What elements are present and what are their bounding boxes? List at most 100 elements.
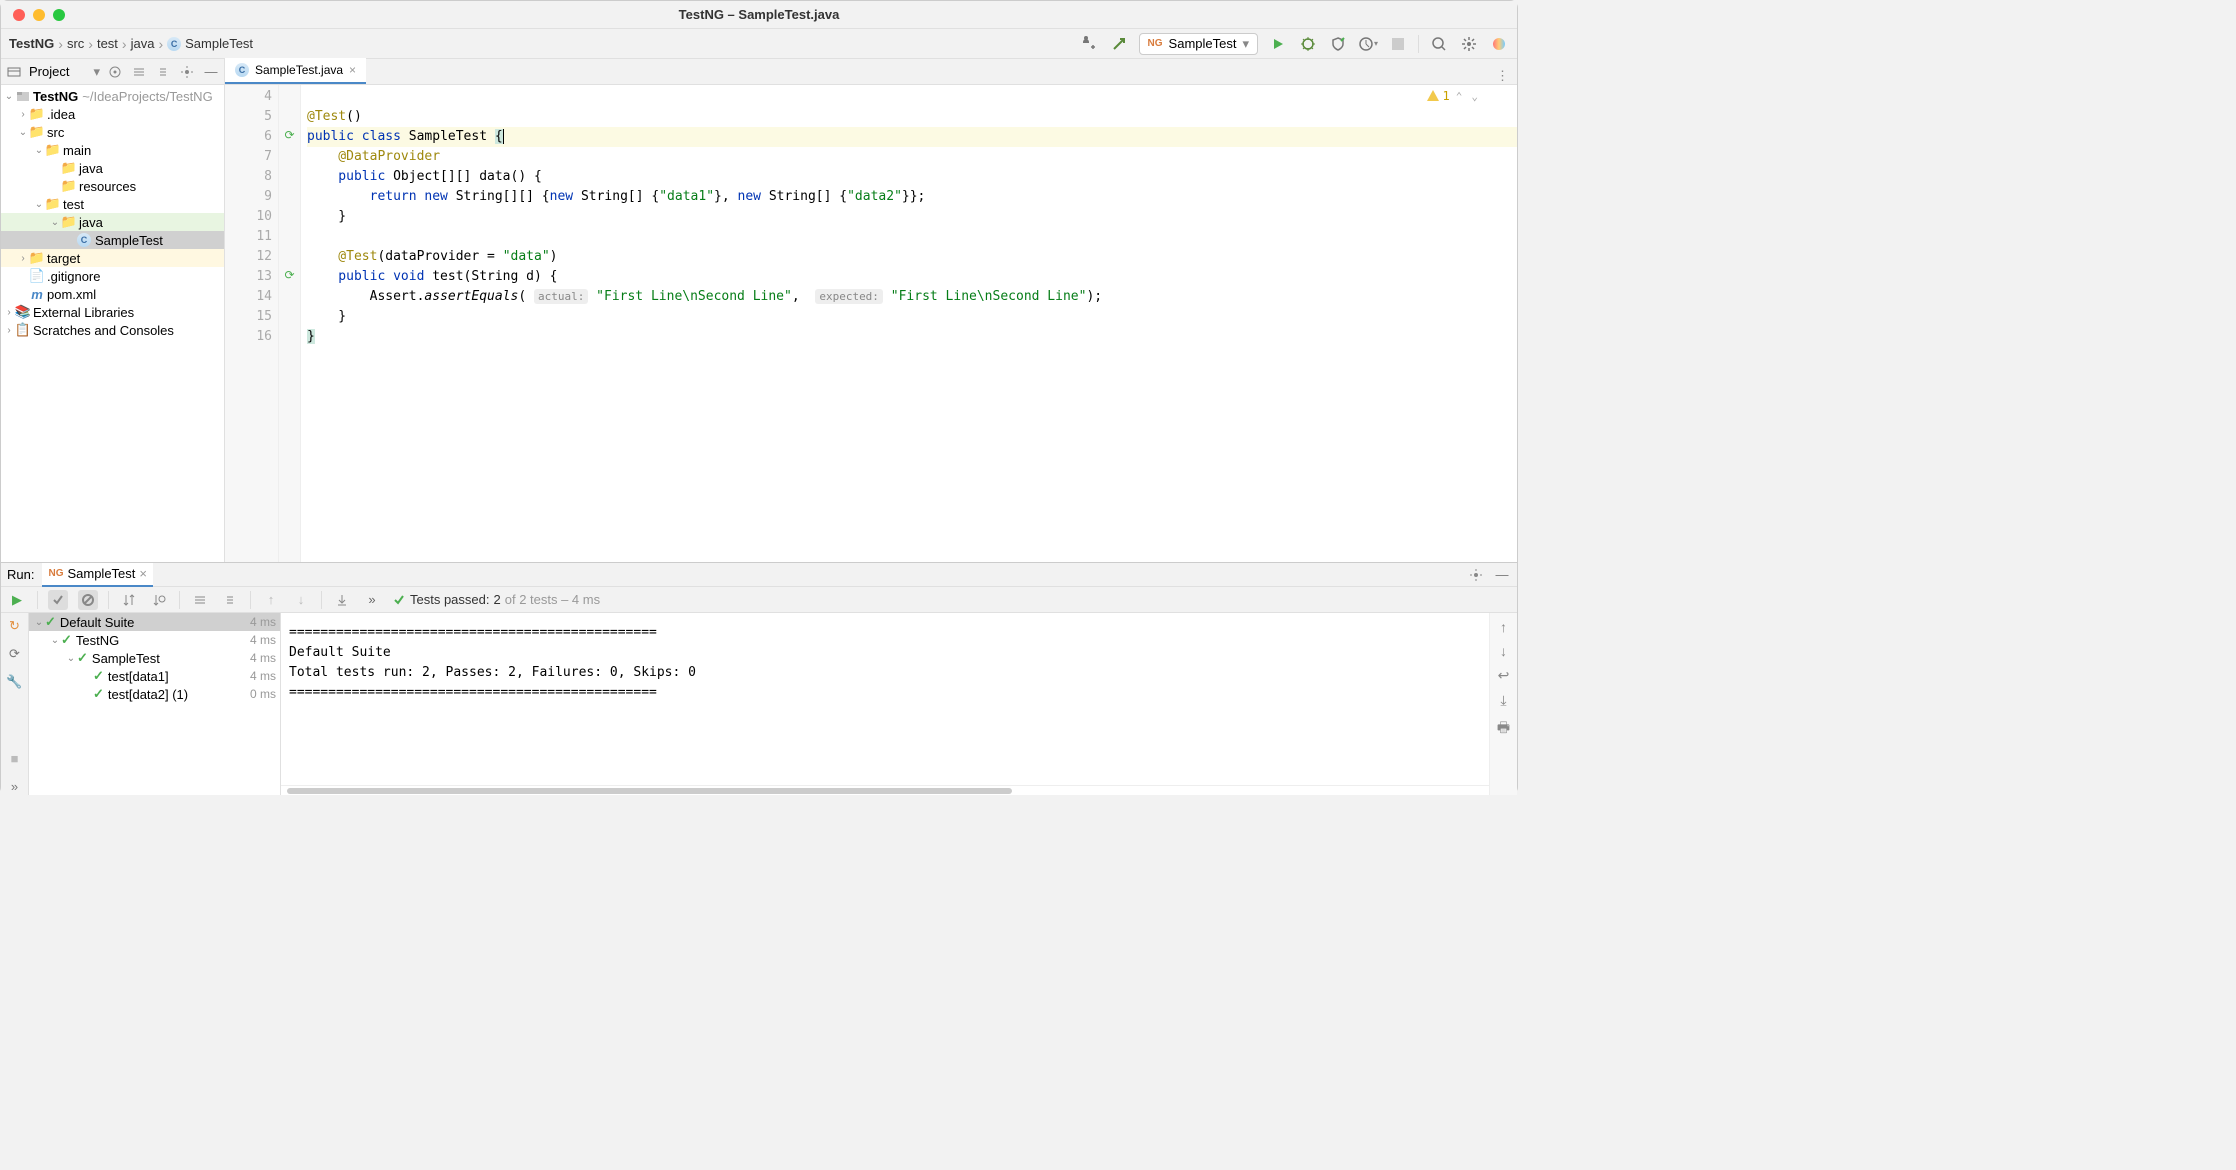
chevron-icon: › (88, 36, 93, 52)
code-body[interactable]: 1 ⌃ ⌄ @Test() public class SampleTest { … (301, 85, 1517, 562)
run-label: Run: (7, 567, 34, 582)
rerun-icon[interactable]: ▶ (7, 590, 27, 610)
show-passed-icon[interactable] (48, 590, 68, 610)
tt-sampletest[interactable]: ⌄✓SampleTest4 ms (29, 649, 280, 667)
tt-testng[interactable]: ⌄✓TestNG4 ms (29, 631, 280, 649)
more-icon[interactable]: » (6, 777, 24, 795)
close-window[interactable] (13, 9, 25, 21)
minimize-window[interactable] (33, 9, 45, 21)
tt-suite[interactable]: ⌄✓Default Suite4 ms (29, 613, 280, 631)
next-test-icon[interactable]: ↓ (291, 590, 311, 610)
tree-root[interactable]: ⌄ TestNG ~/IdeaProjects/TestNG (1, 87, 224, 105)
tt-test2[interactable]: ✓test[data2] (1)0 ms (29, 685, 280, 703)
dropdown-icon: ▾ (1242, 36, 1249, 52)
wrench-icon[interactable]: 🔧 (6, 673, 24, 691)
project-tree[interactable]: ⌄ TestNG ~/IdeaProjects/TestNG ›📁.idea ⌄… (1, 85, 224, 562)
toggle-auto-icon[interactable]: ⟳ (6, 645, 24, 663)
expand-all-icon[interactable] (130, 63, 148, 81)
ide-icon[interactable] (1489, 34, 1509, 54)
scroll-thumb[interactable] (287, 788, 1012, 794)
search-icon[interactable] (1429, 34, 1449, 54)
sort-icon[interactable] (119, 590, 139, 610)
stop-button[interactable] (1388, 34, 1408, 54)
test-tree[interactable]: ⌄✓Default Suite4 ms ⌄✓TestNG4 ms ⌄✓Sampl… (29, 613, 281, 795)
prev-test-icon[interactable]: ↑ (261, 590, 281, 610)
tree-idea[interactable]: ›📁.idea (1, 105, 224, 123)
prev-warning-icon[interactable]: ⌃ (1453, 90, 1466, 103)
tab-sampletest[interactable]: C SampleTest.java × (225, 58, 366, 84)
main-split: Project ▾ — ⌄ TestNG ~/IdeaProjects/Test… (1, 59, 1517, 562)
tests-passed-label: Tests passed: 2 of 2 tests – 4 ms (392, 592, 600, 607)
project-view-icon[interactable] (5, 63, 23, 81)
crumb-test[interactable]: test (97, 36, 118, 51)
tree-resources[interactable]: 📁resources (1, 177, 224, 195)
print-icon[interactable]: 🖶 (1497, 717, 1510, 741)
close-run-tab-icon[interactable]: × (139, 566, 147, 581)
tree-gitignore[interactable]: 📄.gitignore (1, 267, 224, 285)
class-icon: C (235, 63, 249, 77)
profile-button[interactable]: ▾ (1358, 34, 1378, 54)
show-ignored-icon[interactable] (78, 590, 98, 610)
scroll-end-icon[interactable]: ⤓ (1500, 692, 1506, 709)
tree-target[interactable]: ›📁target (1, 249, 224, 267)
close-tab-icon[interactable]: × (349, 63, 356, 77)
export-icon[interactable] (332, 590, 352, 610)
tree-pom[interactable]: mpom.xml (1, 285, 224, 303)
debug-button[interactable] (1298, 34, 1318, 54)
run-button[interactable] (1268, 34, 1288, 54)
dropdown-icon[interactable]: ▾ (93, 64, 100, 80)
down-icon[interactable]: ↓ (1500, 643, 1507, 659)
crumb-file[interactable]: SampleTest (185, 36, 253, 51)
gear-icon[interactable] (178, 63, 196, 81)
crumb-project[interactable]: TestNG (9, 36, 54, 51)
chevron-icon: › (58, 36, 63, 52)
run-line-icon[interactable]: ⟳ (279, 125, 300, 145)
editor-area: C SampleTest.java × ⋮ 456789101112131415… (225, 59, 1517, 562)
class-icon: C (77, 233, 91, 247)
stop-icon[interactable]: ■ (6, 749, 24, 767)
build-icon[interactable] (1109, 34, 1129, 54)
testng-icon: NG (48, 568, 63, 579)
zoom-window[interactable] (53, 9, 65, 21)
crumb-java[interactable]: java (131, 36, 155, 51)
next-warning-icon[interactable]: ⌄ (1468, 90, 1481, 103)
settings-icon[interactable] (1459, 34, 1479, 54)
tree-test-java[interactable]: ⌄📁java (1, 213, 224, 231)
sidebar-header: Project ▾ — (1, 59, 224, 85)
collapse-all-icon[interactable] (154, 63, 172, 81)
tree-sampletest[interactable]: CSampleTest (1, 231, 224, 249)
tree-src[interactable]: ⌄📁src (1, 123, 224, 141)
console-output[interactable]: ========================================… (281, 613, 1489, 795)
breadcrumbs[interactable]: TestNG › src › test › java › C SampleTes… (9, 36, 1079, 52)
expand-all-icon[interactable] (190, 590, 210, 610)
tt-test1[interactable]: ✓test[data1]4 ms (29, 667, 280, 685)
tabs-more-icon[interactable]: ⋮ (1488, 68, 1517, 84)
more-icon[interactable]: » (362, 590, 382, 610)
hide-icon[interactable]: — (202, 63, 220, 81)
rerun-failed-icon[interactable]: ↻ (6, 617, 24, 635)
run-config-name: SampleTest (1169, 36, 1237, 51)
select-opened-icon[interactable] (106, 63, 124, 81)
tree-scratches[interactable]: ›📋Scratches and Consoles (1, 321, 224, 339)
tree-main-java[interactable]: 📁java (1, 159, 224, 177)
coverage-button[interactable] (1328, 34, 1348, 54)
sort-duration-icon[interactable] (149, 590, 169, 610)
run-tab[interactable]: NG SampleTest × (42, 563, 153, 587)
gear-icon[interactable] (1467, 566, 1485, 584)
warnings-indicator[interactable]: 1 ⌃ ⌄ (1426, 89, 1481, 103)
soft-wrap-icon[interactable]: ↩ (1498, 667, 1510, 684)
add-config-icon[interactable] (1079, 34, 1099, 54)
run-config-selector[interactable]: NG SampleTest ▾ (1139, 33, 1258, 55)
collapse-all-icon[interactable] (220, 590, 240, 610)
code-editor[interactable]: 45678910111213141516 ⟳ ⟳ 1 ⌃ ⌄ @Test() p… (225, 85, 1517, 562)
crumb-src[interactable]: src (67, 36, 84, 51)
up-icon[interactable]: ↑ (1500, 619, 1507, 635)
tree-test[interactable]: ⌄📁test (1, 195, 224, 213)
h-scrollbar[interactable] (281, 785, 1489, 795)
sidebar-title: Project (29, 64, 87, 79)
tree-external-libs[interactable]: ›📚External Libraries (1, 303, 224, 321)
run-line-icon[interactable]: ⟳ (279, 265, 300, 285)
tree-main[interactable]: ⌄📁main (1, 141, 224, 159)
run-panel-header: Run: NG SampleTest × — (1, 563, 1517, 587)
hide-icon[interactable]: — (1493, 566, 1511, 584)
